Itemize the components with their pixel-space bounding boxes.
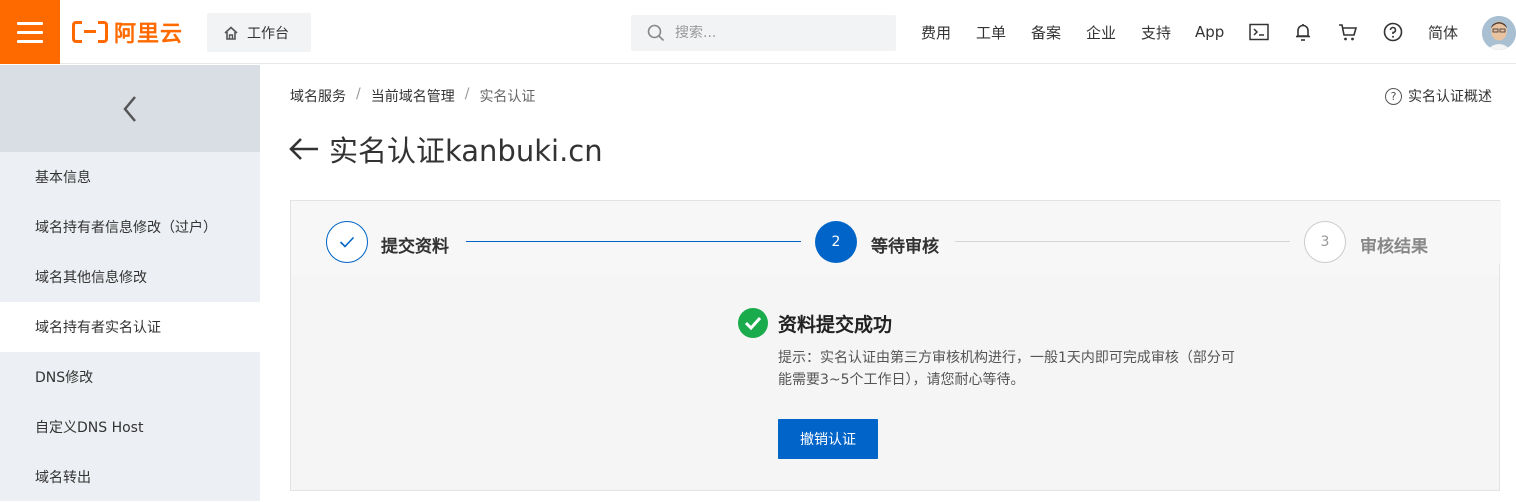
nav-icp[interactable]: 备案	[1031, 0, 1061, 64]
breadcrumb-domain-manage[interactable]: 当前域名管理	[371, 86, 455, 106]
page-title: 实名认证kanbuki.cn	[289, 128, 603, 170]
steps-bar: 提交资料 2 等待审核 3 审核结果	[291, 201, 1501, 264]
breadcrumb-domain-service[interactable]: 域名服务	[290, 86, 346, 106]
success-title: 资料提交成功	[778, 314, 893, 336]
question-icon: ?	[1385, 87, 1402, 105]
logo-text: 阿里云	[114, 22, 184, 47]
step-3-number: 3	[1304, 221, 1346, 263]
sidebar-item-transfer-out[interactable]: 域名转出	[0, 452, 260, 502]
menu-icon[interactable]	[0, 0, 60, 64]
help-icon[interactable]	[1381, 20, 1405, 44]
step-2-number: 2	[815, 221, 857, 263]
sidebar-item-other-info[interactable]: 域名其他信息修改	[0, 252, 260, 302]
sidebar-item-basic-info[interactable]: 基本信息	[0, 152, 260, 202]
chevron-left-icon	[123, 95, 136, 122]
step-3-label: 审核结果	[1360, 237, 1428, 257]
result-area: 资料提交成功 提示：实名认证由第三方审核机构进行，一般1天内即可完成审核（部分可…	[291, 276, 1499, 490]
workbench-button[interactable]: 工作台	[207, 13, 311, 52]
verification-panel: 提交资料 2 等待审核 3 审核结果 资料提交成功 提示：实名认证由第三方审核机…	[290, 200, 1501, 491]
terminal-icon[interactable]	[1247, 20, 1271, 44]
back-arrow-icon[interactable]	[289, 137, 319, 161]
search-box[interactable]	[631, 15, 896, 51]
success-check-icon	[738, 308, 768, 338]
search-icon	[647, 24, 665, 42]
nav-support[interactable]: 支持	[1141, 0, 1171, 64]
breadcrumb-current: 实名认证	[479, 89, 536, 105]
sidebar-item-dns-host[interactable]: 自定义DNS Host	[0, 402, 260, 452]
tip-line-1: 提示：实名认证由第三方审核机构进行，一般1天内即可完成审核（部分可	[778, 350, 1235, 366]
bell-icon[interactable]	[1291, 20, 1315, 44]
sidebar-item-real-name[interactable]: 域名持有者实名认证	[0, 302, 260, 352]
top-bar: 阿里云 工作台 费用 工单 备案 企业 支持 App 简体	[0, 0, 1516, 64]
nav-app[interactable]: App	[1195, 0, 1224, 64]
breadcrumb-separator: /	[464, 86, 470, 102]
sidebar-collapse-button[interactable]	[0, 65, 260, 152]
avatar[interactable]	[1482, 16, 1516, 50]
sidebar-item-owner-change[interactable]: 域名持有者信息修改（过户）	[0, 202, 260, 252]
home-icon	[224, 25, 238, 40]
overview-link[interactable]: ? 实名认证概述	[1385, 86, 1492, 106]
nav-fees[interactable]: 费用	[921, 0, 951, 64]
breadcrumb-separator: /	[356, 86, 361, 102]
tip-text: 提示：实名认证由第三方审核机构进行，一般1天内即可完成审核（部分可 能需要3~5…	[778, 347, 1278, 391]
cart-icon[interactable]	[1336, 20, 1360, 44]
step-2-label: 等待审核	[871, 237, 939, 257]
overview-label: 实名认证概述	[1408, 89, 1492, 105]
sidebar-item-dns[interactable]: DNS修改	[0, 352, 260, 402]
tip-line-2: 能需要3~5个工作日），请您耐心等待。	[778, 372, 1025, 388]
nav-tickets[interactable]: 工单	[976, 0, 1006, 64]
nav-enterprise[interactable]: 企业	[1086, 0, 1116, 64]
step-1-check-icon	[326, 221, 368, 263]
step-line-2	[955, 241, 1290, 242]
step-line-1	[466, 241, 801, 242]
sidebar: 基本信息 域名持有者信息修改（过户） 域名其他信息修改 域名持有者实名认证 DN…	[0, 65, 260, 501]
search-input[interactable]	[675, 25, 875, 41]
workbench-label: 工作台	[247, 25, 289, 42]
step-1-label: 提交资料	[381, 237, 449, 257]
page-title-text: 实名认证kanbuki.cn	[329, 134, 603, 168]
language-switch[interactable]: 简体	[1428, 0, 1458, 64]
breadcrumb: 域名服务 / 当前域名管理 / 实名认证	[290, 86, 535, 106]
logo-mark-icon	[72, 21, 108, 43]
aliyun-logo[interactable]: 阿里云	[72, 18, 184, 47]
cancel-verification-button[interactable]: 撤销认证	[778, 419, 878, 459]
